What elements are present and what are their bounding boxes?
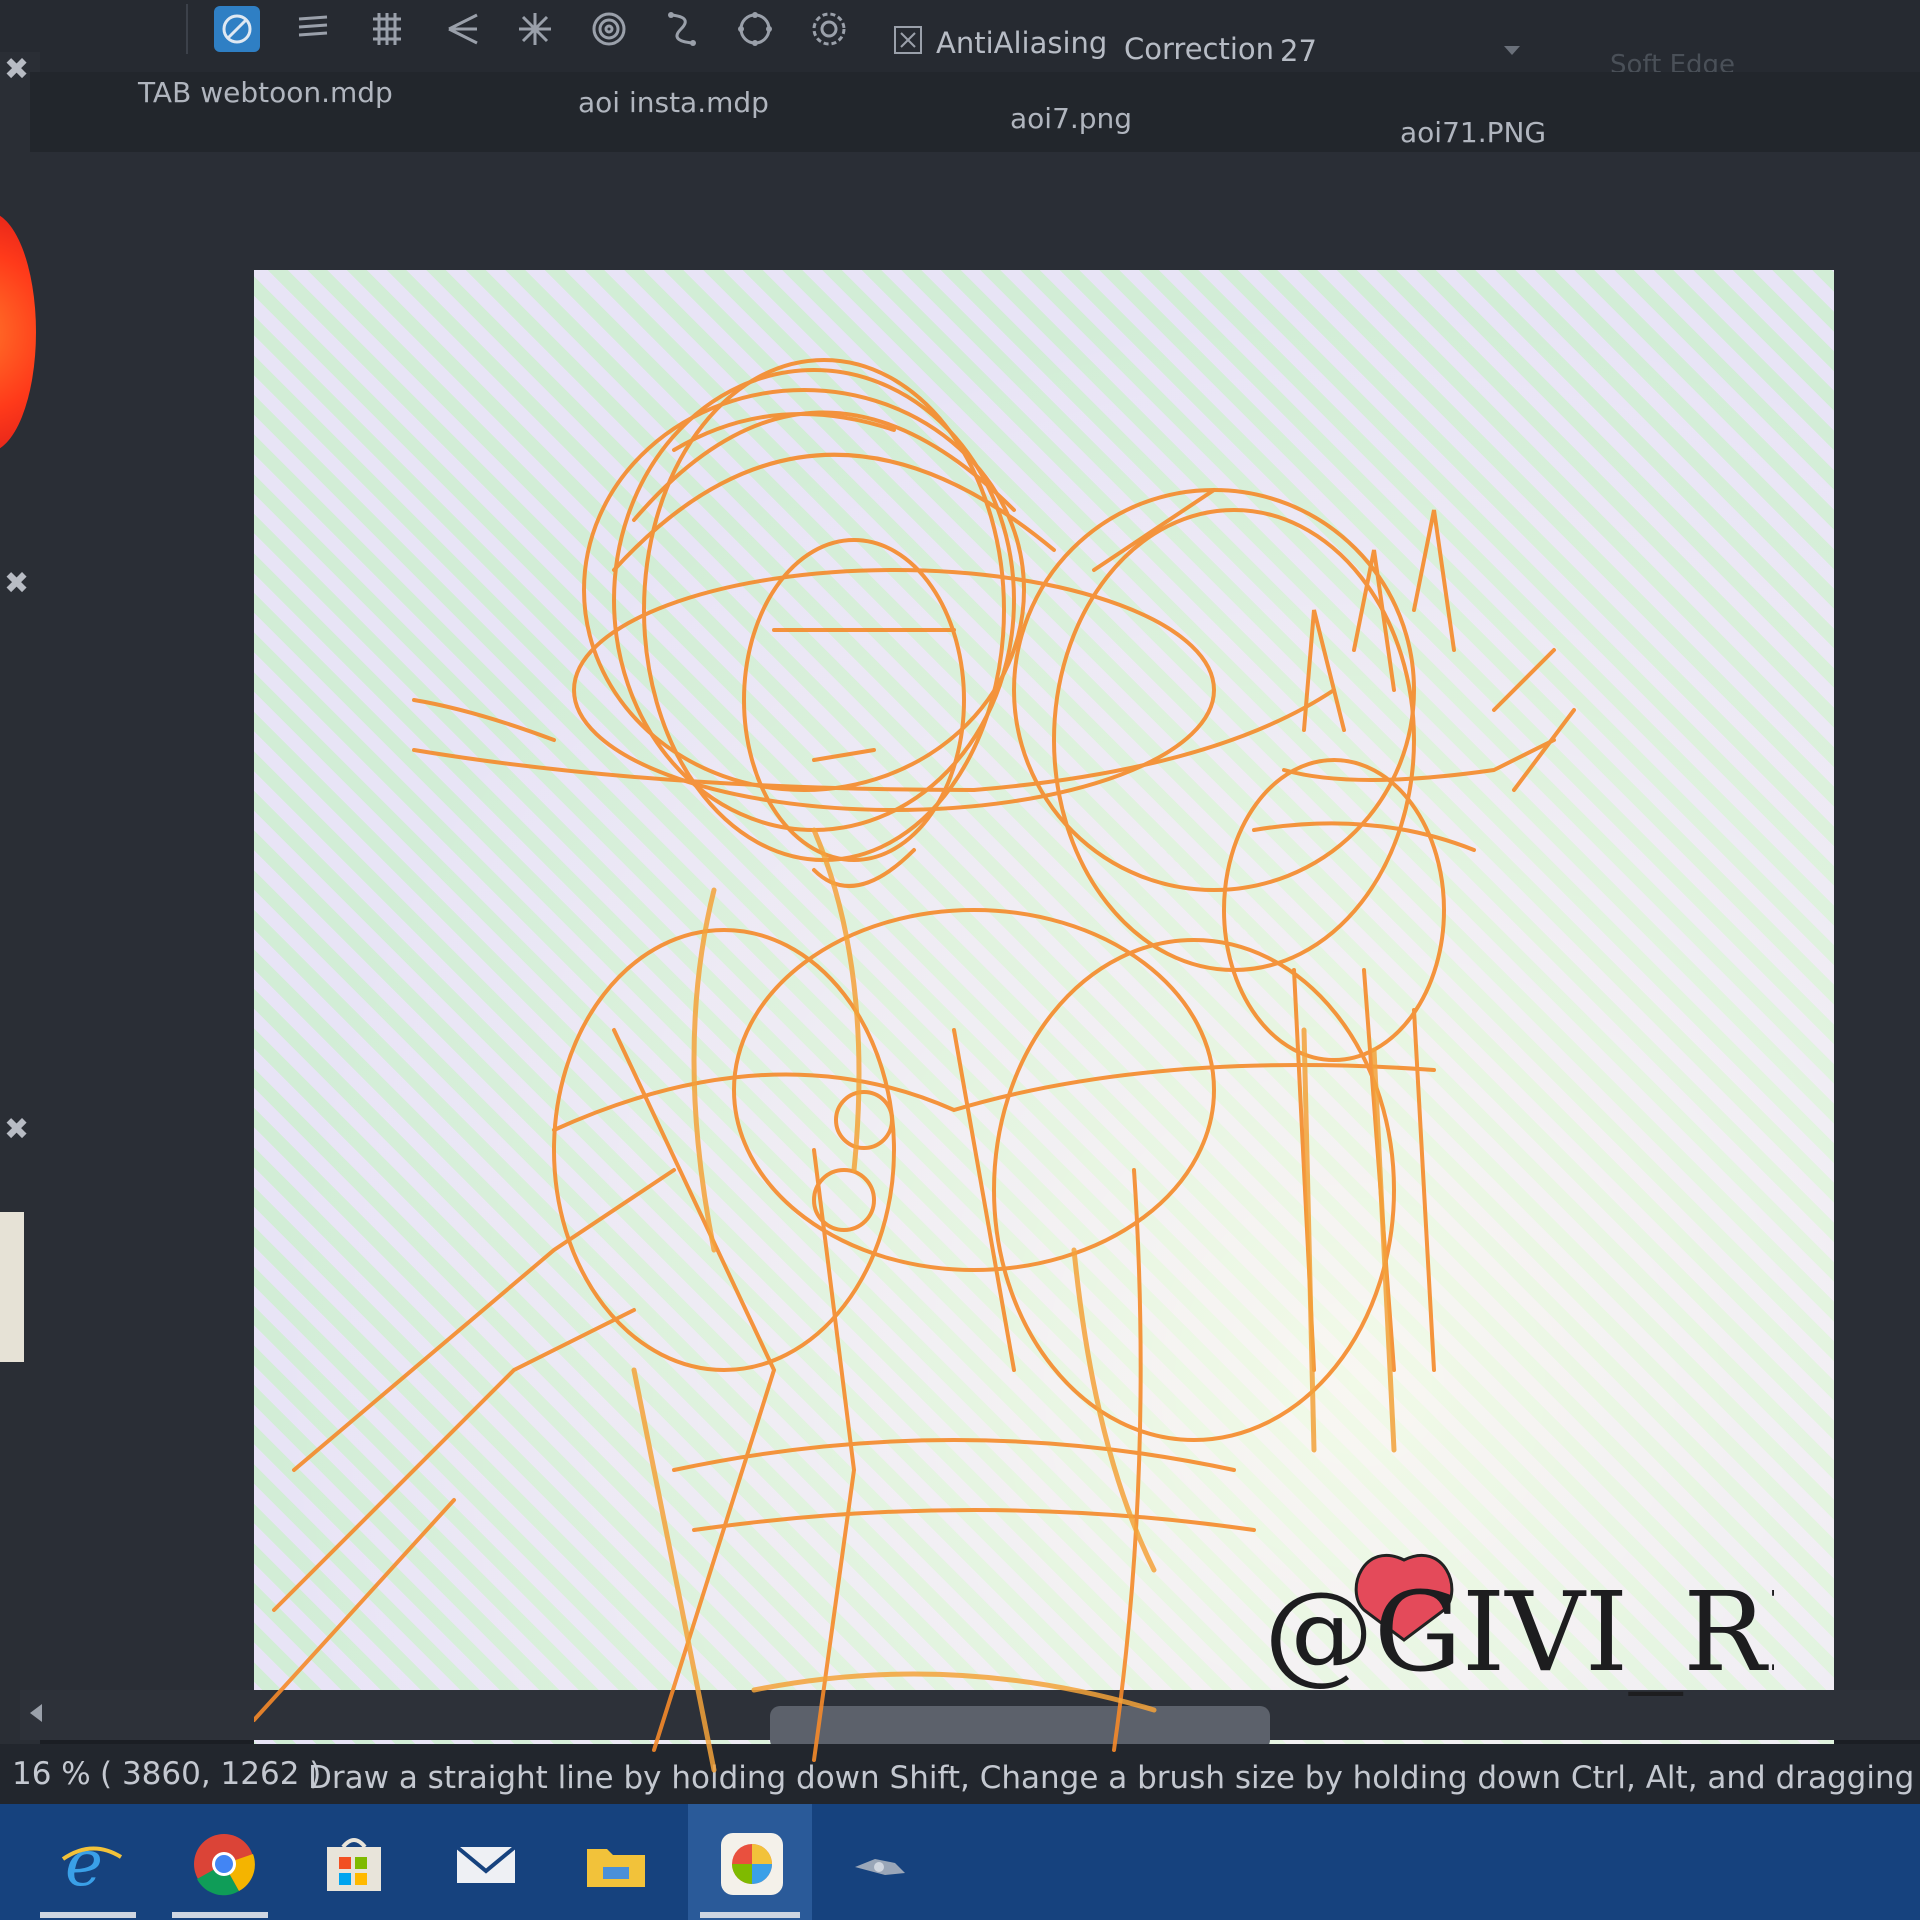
antialiasing-checkbox[interactable]	[894, 26, 922, 54]
close-icon[interactable]: ✖	[4, 52, 29, 87]
artist-signature: @GIVI_REID	[1264, 1553, 1774, 1696]
scroll-left-icon[interactable]	[30, 1704, 42, 1722]
tab-aoi7[interactable]: aoi7.png	[1010, 102, 1132, 135]
circle-snap-icon[interactable]	[732, 6, 778, 52]
curve-snap-icon[interactable]	[660, 6, 706, 52]
color-wheel[interactable]	[0, 212, 36, 452]
medibang-running-indicator	[700, 1912, 800, 1918]
close-icon[interactable]: ✖	[4, 566, 29, 601]
document-tabs: TAB webtoon.mdp aoi insta.mdp aoi7.png a…	[30, 72, 1920, 152]
svg-text:e: e	[65, 1829, 103, 1899]
ie-running-indicator	[40, 1912, 136, 1918]
left-panel: ✖ ✖ ✖	[0, 52, 40, 1882]
drawing-canvas[interactable]: @GIVI_REID	[254, 270, 1834, 1860]
correction-label: Correction	[1124, 32, 1275, 66]
chrome-running-indicator	[172, 1912, 268, 1918]
radial-snap-icon[interactable]	[512, 6, 558, 52]
internet-explorer-icon[interactable]: e	[52, 1824, 132, 1904]
grid-snap-icon[interactable]	[364, 6, 410, 52]
parallel-snap-icon[interactable]	[290, 6, 336, 52]
snap-settings-icon[interactable]	[806, 6, 852, 52]
canvas-area: @GIVI_REID	[40, 152, 1920, 1860]
concentric-snap-icon[interactable]	[586, 6, 632, 52]
toolbar-divider	[186, 4, 188, 54]
antialiasing-label: AntiAliasing	[936, 26, 1108, 60]
color-swatch[interactable]	[0, 1212, 24, 1362]
close-icon[interactable]: ✖	[4, 1112, 29, 1147]
tab-aoi-insta[interactable]: aoi insta.mdp	[578, 86, 769, 119]
snap-toolbar: AntiAliasing Correction 27 Soft Edge	[0, 0, 1920, 80]
perspective-snap-icon[interactable]	[440, 6, 486, 52]
tab-aoi71[interactable]: aoi71.PNG	[1400, 116, 1546, 149]
correction-value[interactable]: 27	[1280, 34, 1317, 68]
chrome-icon[interactable]	[184, 1824, 264, 1904]
zoom-level: 16 %	[12, 1756, 91, 1792]
signature-text: @GIVI_REID	[1264, 1568, 1774, 1696]
chevron-down-icon[interactable]	[1504, 46, 1520, 55]
snap-off-icon[interactable]	[214, 6, 260, 52]
tab-tab-webtoon[interactable]: TAB webtoon.mdp	[138, 76, 393, 109]
